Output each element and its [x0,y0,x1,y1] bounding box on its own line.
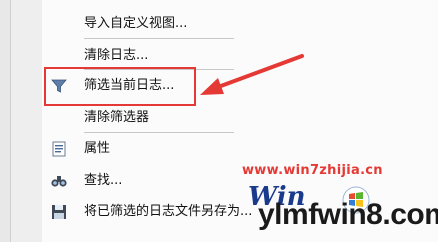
properties-icon [52,141,66,157]
menu-item-label: 清除筛选器 [84,110,150,125]
menu-item-clear-filter[interactable]: 清除筛选器 [42,106,402,130]
menu-separator [84,132,234,133]
save-icon [52,205,66,219]
menu-separator [84,38,234,39]
menu-item-label: 查找... [84,173,123,188]
menu-item-label: 清除日志... [84,48,149,63]
panel-gutter [11,0,42,242]
menu-item-label: 导入自定义视图... [84,16,188,31]
menu-item-properties[interactable]: 属性 [42,137,402,161]
left-panel-strip [0,0,42,242]
watermark-url: www.win7zhijia.cn [242,163,383,178]
watermark-site: ylmfwin8.com [258,198,438,231]
menu-item-import-custom-view[interactable]: 导入自定义视图... [42,12,402,36]
annotation-highlight-box [44,67,196,106]
annotation-arrow-icon [200,54,304,95]
menu-item-label: 将已筛选的日志文件另存为... [84,204,253,219]
menu-item-label: 属性 [84,141,111,156]
binoculars-icon [51,176,67,187]
